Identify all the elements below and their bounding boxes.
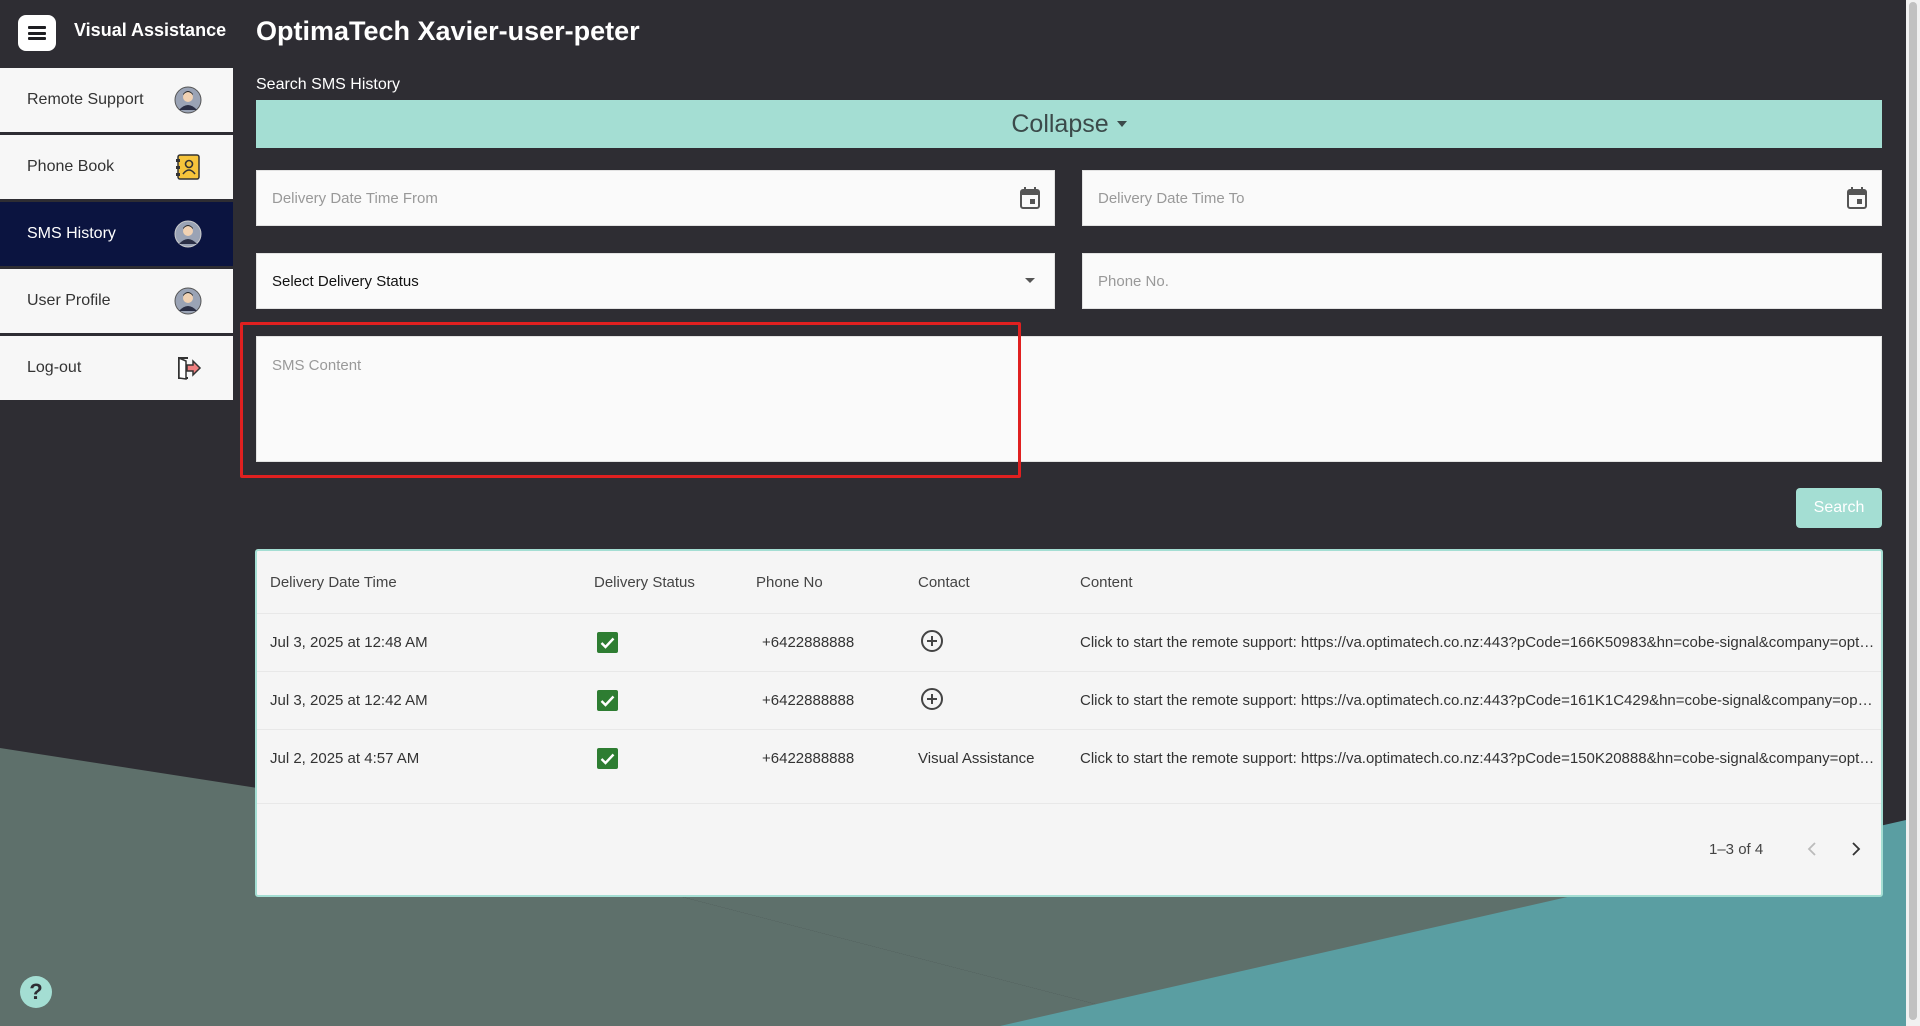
table-row[interactable]: Jul 2, 2025 at 4:57 AM +6422888888 Visua…: [257, 730, 1881, 787]
help-icon: ?: [29, 979, 43, 1004]
logout-icon: [173, 353, 203, 383]
date-to-field[interactable]: Delivery Date Time To: [1082, 170, 1882, 226]
row-divider: [257, 803, 1881, 804]
hamburger-icon: [28, 26, 46, 40]
sms-content-placeholder: SMS Content: [272, 357, 362, 374]
contact-book-icon: [173, 152, 203, 182]
table-row[interactable]: Jul 3, 2025 at 12:48 AM +6422888888 Clic…: [257, 614, 1881, 671]
sidebar-item-label: Log-out: [27, 359, 82, 376]
search-button-label: Search: [1813, 499, 1865, 516]
phone-number-input[interactable]: Phone No.: [1082, 253, 1882, 309]
date-from-field[interactable]: Delivery Date Time From: [256, 170, 1055, 226]
cell-delivery-date: Jul 2, 2025 at 4:57 AM: [270, 750, 420, 767]
table-header-row: Delivery Date Time Delivery Status Phone…: [257, 551, 1881, 613]
cell-content: Click to start the remote support: https…: [1080, 750, 1875, 767]
delivered-check-icon: [597, 690, 618, 711]
dropdown-arrow-icon: [1018, 269, 1042, 293]
search-section-label: Search SMS History: [256, 76, 401, 93]
sidebar-item-log-out[interactable]: Log-out: [0, 336, 233, 400]
date-to-placeholder: Delivery Date Time To: [1098, 189, 1245, 207]
delivery-status-select[interactable]: Select Delivery Status: [256, 253, 1055, 309]
sms-history-table: Delivery Date Time Delivery Status Phone…: [255, 549, 1883, 897]
previous-page-button[interactable]: [1800, 837, 1824, 861]
sidebar-item-sms-history[interactable]: SMS History: [0, 202, 233, 266]
date-from-placeholder: Delivery Date Time From: [272, 189, 438, 207]
table-row[interactable]: Jul 3, 2025 at 12:42 AM +6422888888 Clic…: [257, 672, 1881, 729]
sidebar-item-remote-support[interactable]: Remote Support: [0, 68, 233, 132]
add-contact-icon[interactable]: [920, 629, 944, 657]
column-header-phone-no: Phone No: [756, 573, 823, 591]
add-contact-icon[interactable]: [920, 687, 944, 715]
sms-content-input[interactable]: SMS Content: [256, 336, 1882, 462]
delivery-status-value: Select Delivery Status: [272, 272, 419, 290]
collapse-label: Collapse: [1011, 109, 1109, 138]
cell-delivery-date: Jul 3, 2025 at 12:42 AM: [270, 692, 428, 709]
sidebar: Remote Support Phone Book SMS History Us…: [0, 68, 233, 403]
cell-phone-no: +6422888888: [762, 692, 855, 709]
sidebar-item-phone-book[interactable]: Phone Book: [0, 135, 233, 199]
column-header-contact: Contact: [918, 573, 970, 591]
caret-down-icon: [1116, 121, 1127, 127]
sidebar-item-user-profile[interactable]: User Profile: [0, 269, 233, 333]
cell-contact: Visual Assistance: [918, 750, 1035, 767]
user-avatar-icon: [173, 286, 203, 316]
calendar-icon[interactable]: [1845, 186, 1869, 210]
sidebar-item-label: User Profile: [27, 292, 111, 309]
search-button[interactable]: Search: [1796, 488, 1882, 528]
column-header-content: Content: [1080, 573, 1133, 591]
cell-phone-no: +6422888888: [762, 634, 855, 651]
app-name: Visual Assistance: [74, 20, 227, 40]
cell-delivery-date: Jul 3, 2025 at 12:48 AM: [270, 634, 428, 651]
main-content: Search SMS History Collapse: [256, 70, 1882, 148]
collapse-button[interactable]: Collapse: [256, 100, 1882, 148]
page-title: OptimaTech Xavier-user-peter: [256, 16, 640, 46]
sidebar-item-label: Phone Book: [27, 158, 115, 175]
sidebar-item-label: Remote Support: [27, 91, 144, 108]
column-header-delivery-date-time: Delivery Date Time: [270, 573, 397, 591]
sidebar-item-label: SMS History: [27, 225, 116, 242]
cell-phone-no: +6422888888: [762, 750, 855, 767]
page-scrollbar[interactable]: [1906, 0, 1920, 1026]
delivered-check-icon: [597, 632, 618, 653]
cell-content: Click to start the remote support: https…: [1080, 692, 1875, 709]
calendar-icon[interactable]: [1018, 186, 1042, 210]
user-avatar-icon: [173, 85, 203, 115]
next-page-button[interactable]: [1844, 837, 1868, 861]
column-header-delivery-status: Delivery Status: [594, 573, 695, 591]
pagination-range: 1–3 of 4: [1709, 841, 1764, 858]
scrollbar-thumb[interactable]: [1909, 2, 1917, 1020]
phone-number-placeholder: Phone No.: [1098, 272, 1169, 290]
cell-content: Click to start the remote support: https…: [1080, 634, 1875, 651]
menu-button[interactable]: [18, 15, 56, 51]
user-avatar-icon: [173, 219, 203, 249]
help-button[interactable]: ?: [20, 976, 52, 1008]
top-bar: Visual Assistance OptimaTech Xavier-user…: [0, 0, 1900, 64]
delivered-check-icon: [597, 748, 618, 769]
